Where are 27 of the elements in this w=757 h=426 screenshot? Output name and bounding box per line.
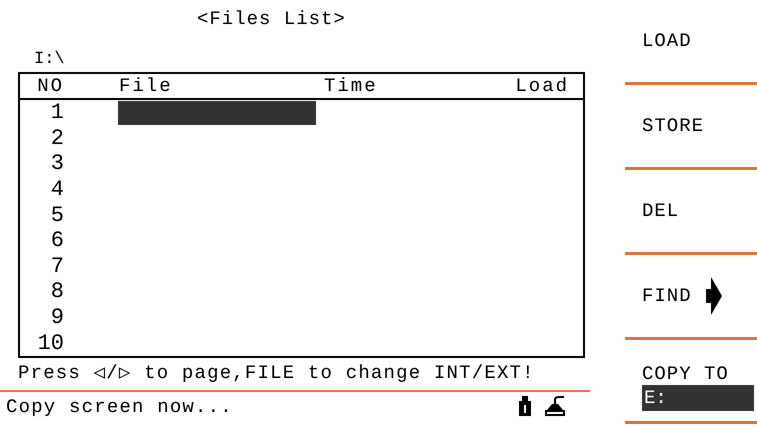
row-number: 10: [36, 330, 65, 356]
arrow-right-icon: [706, 277, 722, 315]
column-header: Time: [324, 74, 379, 98]
row-number: 7: [50, 254, 65, 279]
column-header: Load: [514, 74, 570, 98]
softkey[interactable]: FIND: [625, 255, 757, 340]
column-header: NO: [36, 74, 65, 98]
row-number: 4: [50, 177, 65, 202]
softkey[interactable]: DEL: [625, 170, 757, 255]
row-number: 2: [50, 126, 65, 151]
row-number: 5: [50, 202, 65, 228]
row-number: 9: [50, 305, 65, 330]
hint-text: Press ◁/▷ to page,FILE to change INT/EXT!: [18, 361, 536, 386]
row-number: 3: [50, 151, 65, 176]
screen-title: <Files List>: [197, 8, 346, 32]
target-drive-field: E:: [642, 385, 754, 411]
softkey[interactable]: LOAD: [625, 0, 757, 85]
softkey[interactable]: COPY TO E:: [625, 340, 757, 424]
softkey[interactable]: STORE: [625, 85, 757, 170]
network-icon: [544, 396, 566, 416]
column-header: File: [118, 74, 174, 98]
row-number: 1: [50, 100, 65, 126]
drive-path: I:\: [34, 49, 66, 71]
row-number: 6: [50, 228, 65, 254]
usb-drive-icon: [519, 396, 531, 416]
status-text: Copy screen now...: [6, 395, 234, 420]
row-number: 8: [50, 279, 65, 304]
